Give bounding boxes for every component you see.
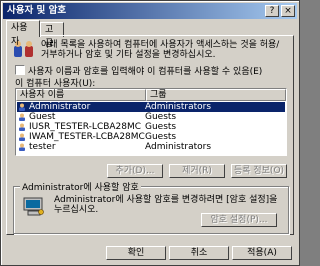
user-group: Guests: [145, 112, 177, 122]
tab-users[interactable]: 사용자: [6, 20, 40, 47]
title-bar[interactable]: 사용자 및 암호 ? ×: [3, 3, 297, 19]
user-icon: [19, 123, 25, 131]
password-group-legend: Administrator에 사용할 암호: [20, 180, 141, 193]
column-header-username[interactable]: 사용자 이름: [16, 89, 146, 101]
user-group: Administrators: [145, 142, 212, 152]
ok-button[interactable]: 확인: [106, 246, 166, 260]
table-row[interactable]: Administrator Administrators: [17, 102, 285, 112]
user-name: IUSR_TESTER-LCBA28MC: [29, 122, 142, 132]
key-computer-icon: [23, 197, 44, 216]
user-name: tester: [29, 142, 56, 152]
user-name: IWAM_TESTER-LCBA28MC: [29, 132, 145, 142]
user-icon: [19, 103, 25, 111]
intro-text: 아래 목록을 사용하여 컴퓨터에 사용자가 액세스하는 것을 허용/거부하거나 …: [41, 40, 280, 60]
users-table[interactable]: 사용자 이름 그룹 Administrator Administrators G…: [15, 88, 287, 156]
user-name: Guest: [29, 112, 56, 122]
add-user-button[interactable]: 추가(D)...: [107, 164, 163, 178]
remove-user-button[interactable]: 제거(R): [169, 164, 225, 178]
help-button[interactable]: ?: [265, 5, 279, 17]
password-instructions: Administrator에 사용할 암호를 변경하려면 [암호 설정]을 누르…: [54, 195, 278, 215]
close-button[interactable]: ×: [281, 5, 295, 17]
apply-button[interactable]: 적용(A): [232, 246, 292, 260]
user-group: Administrators: [145, 102, 212, 112]
window-title: 사용자 및 암호: [7, 5, 67, 16]
user-group: Guests: [145, 132, 177, 142]
table-row[interactable]: tester Administrators: [17, 142, 285, 152]
user-name: Administrator: [29, 102, 91, 112]
table-row[interactable]: IWAM_TESTER-LCBA28MC Guests: [17, 132, 285, 142]
cancel-button[interactable]: 취소: [169, 246, 229, 260]
users-and-passwords-dialog: 사용자 및 암호 ? × 사용자 고급 아래 목록을 사용하여 컴퓨터에 사용자…: [0, 0, 300, 266]
table-row[interactable]: Guest Guests: [17, 112, 285, 122]
user-icon: [19, 143, 25, 151]
require-login-checkbox[interactable]: [15, 65, 25, 75]
set-password-button[interactable]: 암호 설정(P)...: [201, 213, 277, 227]
properties-button[interactable]: 등록 정보(O): [231, 164, 287, 178]
column-header-group[interactable]: 그룹: [146, 89, 286, 101]
user-icon: [19, 133, 25, 141]
user-icon: [19, 113, 25, 121]
table-row[interactable]: IUSR_TESTER-LCBA28MC Guests: [17, 122, 285, 132]
user-group: Guests: [145, 122, 177, 132]
